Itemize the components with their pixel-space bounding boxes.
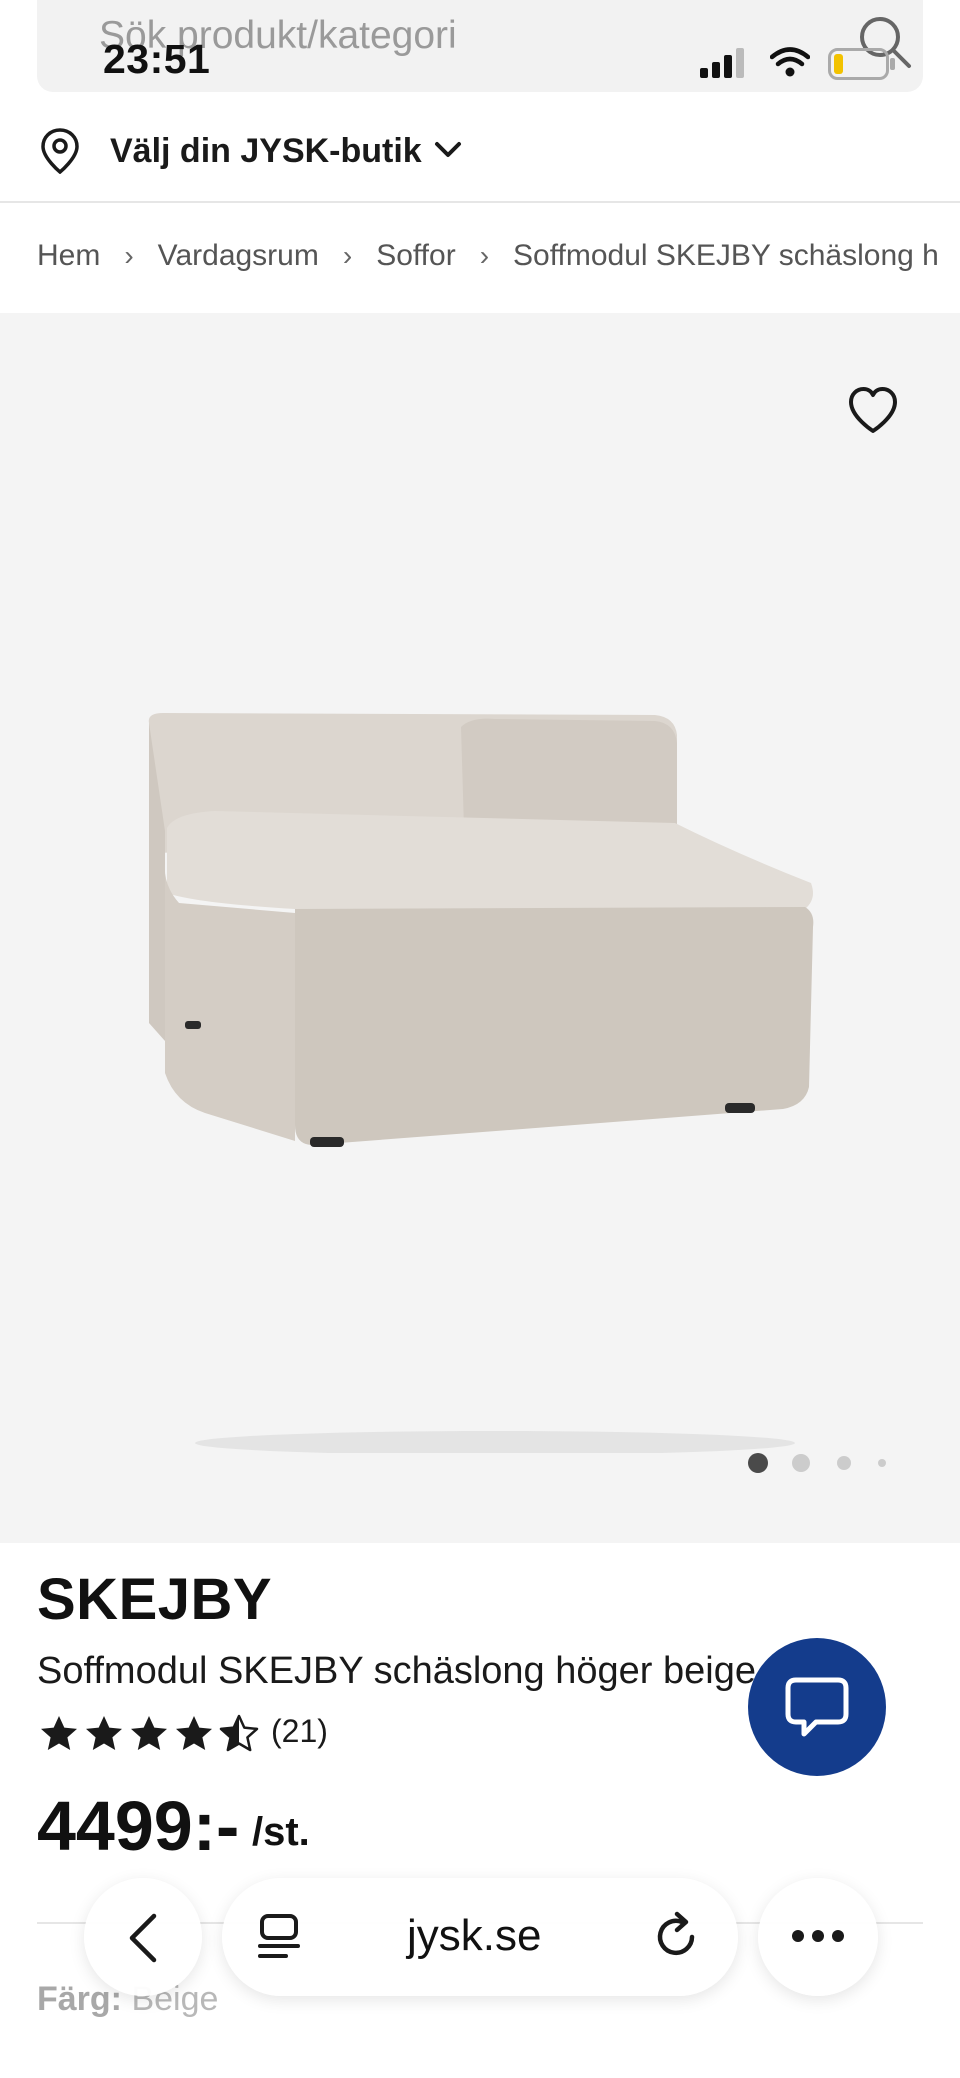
price-unit: /st.: [252, 1810, 310, 1854]
product-name: Soffmodul SKEJBY schäslong höger beige: [37, 1650, 756, 1692]
store-label[interactable]: Välj din JYSK-butik: [110, 132, 422, 171]
heart-icon[interactable]: [845, 383, 901, 439]
browser-url[interactable]: jysk.se: [407, 1911, 541, 1961]
rating-stars[interactable]: [37, 1712, 263, 1756]
wifi-icon: [770, 47, 810, 77]
breadcrumb-item-home[interactable]: Hem: [37, 239, 100, 273]
star-icon: [41, 1716, 77, 1750]
back-icon: [129, 1913, 157, 1963]
product-image[interactable]: [135, 713, 825, 1453]
chevron-right-icon: ›: [342, 240, 353, 272]
reload-icon[interactable]: [655, 1911, 701, 1963]
chevron-down-icon[interactable]: [433, 140, 463, 160]
breadcrumb-item-vardagsrum[interactable]: Vardagsrum: [158, 239, 319, 273]
reader-icon[interactable]: [256, 1912, 302, 1960]
rating-count[interactable]: (21): [271, 1713, 328, 1750]
status-time: 23:51: [103, 36, 211, 82]
pagination-dot[interactable]: [878, 1459, 886, 1467]
chevron-right-icon: ›: [479, 240, 490, 272]
breadcrumb-item-soffor[interactable]: Soffor: [376, 239, 456, 273]
signal-icon: [700, 48, 744, 78]
pagination-dot[interactable]: [792, 1454, 810, 1472]
product-price: 4499:-: [37, 1787, 240, 1865]
pagination-dot-active[interactable]: [748, 1453, 768, 1473]
battery-icon: [828, 48, 895, 80]
browser-back-button[interactable]: [84, 1878, 202, 1996]
more-icon: [792, 1930, 844, 1942]
star-icon: [131, 1716, 167, 1750]
product-gallery[interactable]: [0, 313, 960, 1543]
chat-button[interactable]: [748, 1638, 886, 1776]
star-icon: [176, 1716, 212, 1750]
product-brand: SKEJBY: [37, 1567, 273, 1632]
browser-address-bar[interactable]: jysk.se: [222, 1878, 738, 1996]
breadcrumb-item-current: Soffmodul SKEJBY schäslong h: [513, 239, 939, 273]
star-half-icon: [219, 1714, 259, 1752]
chat-icon: [785, 1677, 849, 1737]
store-selector[interactable]: Välj din JYSK-butik: [0, 100, 960, 203]
breadcrumb: Hem › Vardagsrum › Soffor › Soffmodul SKEJBY s…: [37, 238, 960, 278]
browser-more-button[interactable]: [758, 1878, 878, 1996]
location-pin-icon: [41, 128, 79, 174]
chevron-right-icon: ›: [124, 240, 134, 272]
star-icon: [86, 1716, 122, 1750]
pagination-dot[interactable]: [837, 1456, 851, 1470]
